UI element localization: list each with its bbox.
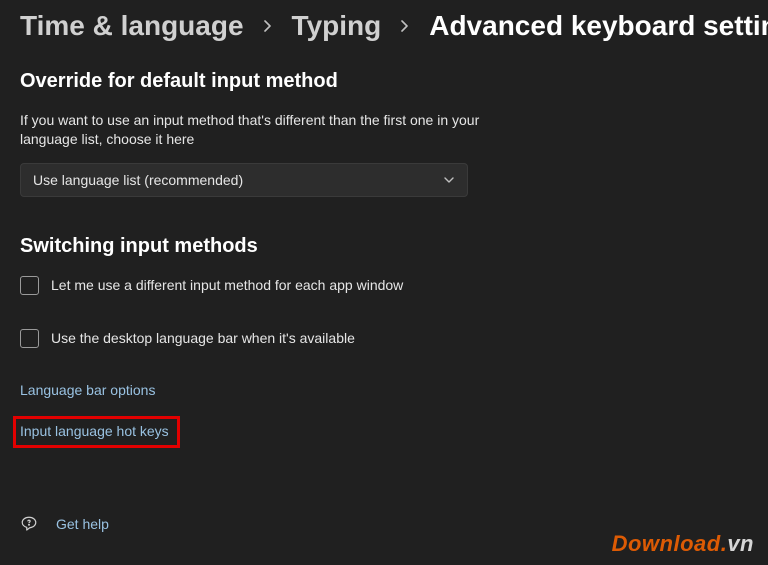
checkbox-label-per-app: Let me use a different input method for …	[51, 277, 403, 293]
breadcrumb-typing[interactable]: Typing	[292, 10, 382, 42]
breadcrumb-advanced-keyboard-settings: Advanced keyboard settings	[429, 10, 768, 42]
watermark-tld: vn	[727, 531, 754, 556]
breadcrumb-time-language[interactable]: Time & language	[20, 10, 244, 42]
section-title-switching: Switching input methods	[20, 235, 748, 258]
chevron-right-icon	[262, 20, 274, 32]
chevron-down-icon	[443, 174, 455, 186]
dropdown-selected-value: Use language list (recommended)	[33, 172, 243, 188]
checkbox-label-desktop-bar: Use the desktop language bar when it's a…	[51, 330, 355, 346]
override-description: If you want to use an input method that'…	[20, 111, 480, 149]
watermark-brand: Download	[612, 531, 721, 556]
link-get-help[interactable]: Get help	[56, 516, 109, 532]
breadcrumb: Time & language Typing Advanced keyboard…	[20, 10, 748, 42]
input-method-dropdown[interactable]: Use language list (recommended)	[20, 163, 468, 197]
watermark: Download.vn	[612, 531, 754, 557]
link-language-bar-options[interactable]: Language bar options	[20, 382, 155, 398]
help-icon	[20, 515, 38, 533]
checkbox-desktop-language-bar[interactable]	[20, 329, 39, 348]
highlight-annotation: Input language hot keys	[13, 416, 180, 448]
section-title-override: Override for default input method	[20, 70, 748, 93]
checkbox-per-app-input-method[interactable]	[20, 276, 39, 295]
link-input-language-hotkeys[interactable]: Input language hot keys	[20, 423, 169, 439]
chevron-right-icon	[399, 20, 411, 32]
